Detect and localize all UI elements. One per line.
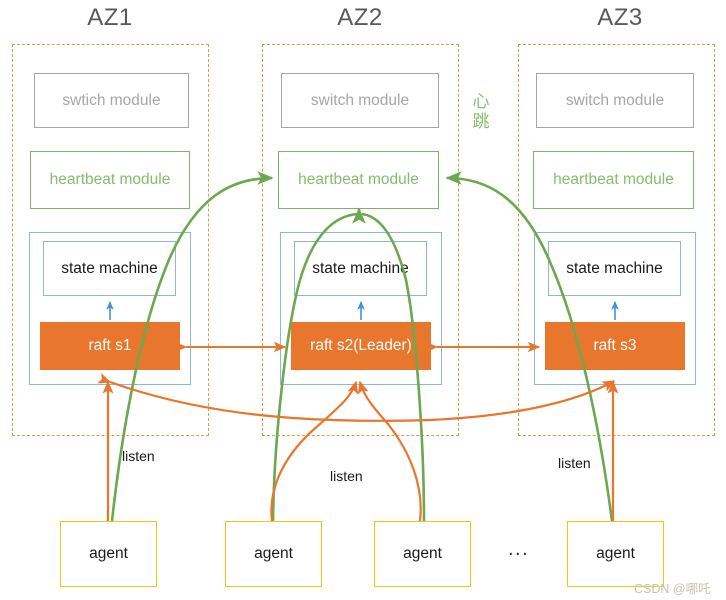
az3-state-machine[interactable]: state machine <box>548 241 681 296</box>
listen-label-right: listen <box>558 455 591 471</box>
az3-title: AZ3 <box>597 4 643 31</box>
az1-raft-node[interactable]: raft s1 <box>40 322 180 370</box>
listen-label-left: listen <box>122 448 155 464</box>
az2-title: AZ2 <box>337 4 383 31</box>
agent-box-1[interactable]: agent <box>60 521 157 587</box>
az3-heartbeat-module[interactable]: heartbeat module <box>533 151 694 209</box>
az2-state-machine[interactable]: state machine <box>294 241 427 296</box>
heartbeat-cjk-label: 心跳 <box>472 92 490 131</box>
listen-label-center: listen <box>330 468 363 484</box>
az1-heartbeat-module[interactable]: heartbeat module <box>30 151 190 209</box>
az1-state-machine[interactable]: state machine <box>43 241 176 296</box>
agent-box-2[interactable]: agent <box>225 521 322 587</box>
az1-title: AZ1 <box>87 4 133 31</box>
watermark-text: CSDN @哪吒 <box>634 582 711 596</box>
az2-raft-node[interactable]: raft s2(Leader) <box>291 322 431 370</box>
az3-raft-node[interactable]: raft s3 <box>545 322 685 370</box>
agents-ellipsis: ... <box>508 538 530 560</box>
az2-heartbeat-module[interactable]: heartbeat module <box>278 151 439 209</box>
az2-switch-module[interactable]: switch module <box>281 73 439 128</box>
az1-switch-module[interactable]: swtich module <box>34 73 189 128</box>
az3-switch-module[interactable]: switch module <box>536 73 694 128</box>
diagram-canvas: AZ1 AZ2 AZ3 swtich module heartbeat modu… <box>0 0 726 600</box>
agent-box-3[interactable]: agent <box>374 521 471 587</box>
